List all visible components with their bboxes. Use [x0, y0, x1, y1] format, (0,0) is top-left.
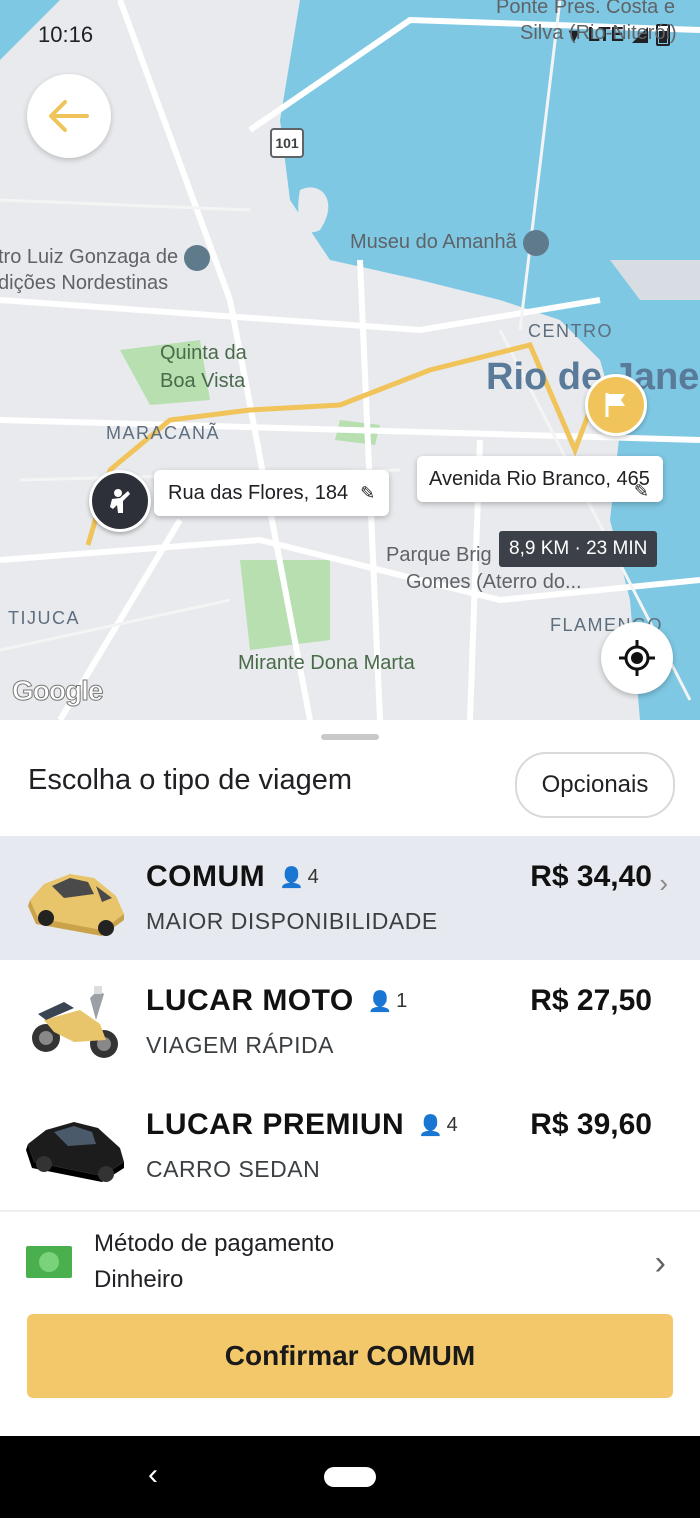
ride-option-comum[interactable]: COMUM 👤 4 MAIOR DISPONIBILIDADE R$ 34,40 …	[0, 836, 700, 960]
destination-address-bubble[interactable]: Avenida Rio Branco, 465 ✎	[417, 456, 663, 502]
chevron-right-icon: ›	[659, 868, 668, 898]
map-label-ponte-2: Silva (Rio-Niterói)	[520, 22, 677, 44]
origin-pin[interactable]	[89, 470, 151, 532]
ride-subtitle: MAIOR DISPONIBILIDADE	[146, 908, 438, 934]
sedan-car-icon	[28, 874, 124, 936]
edit-icon[interactable]: ✎	[360, 483, 375, 504]
eta-badge: 8,9 KM · 23 MIN	[499, 531, 658, 567]
options-button[interactable]: Opcionais	[515, 752, 675, 818]
arrow-left-icon	[49, 100, 89, 132]
map-label-quinta: Quinta da	[160, 342, 247, 364]
map-label-centro-luiz-2: dições Nordestinas	[0, 272, 169, 294]
system-nav-bar: ‹	[0, 1436, 700, 1518]
chevron-right-icon: ›	[654, 1244, 666, 1282]
route-shield: 101	[270, 128, 304, 158]
motorcycle-icon	[32, 986, 118, 1058]
edit-icon[interactable]: ✎	[634, 478, 649, 504]
black-sedan-icon	[26, 1122, 124, 1182]
sheet-title: Escolha o tipo de viagem	[28, 764, 353, 796]
seat-count: 👤 4	[279, 865, 320, 889]
origin-address: Rua das Flores, 184	[168, 481, 349, 504]
origin-address-bubble[interactable]: Rua das Flores, 184 ✎	[154, 470, 390, 516]
museum-icon	[522, 229, 549, 256]
person-icon: 👤	[279, 866, 305, 889]
payment-label: Método de pagamento	[94, 1230, 335, 1257]
map-label-tijuca: TIJUCA	[8, 608, 80, 628]
camera-icon	[184, 244, 211, 271]
my-location-button[interactable]	[601, 622, 673, 694]
confirm-button[interactable]: Confirmar COMUM	[27, 1314, 673, 1398]
ride-price: R$ 39,60	[530, 1108, 652, 1141]
ride-name: LUCAR MOTO 👤 1	[146, 984, 408, 1017]
person-waving-icon	[110, 489, 130, 513]
seat-count: 👤 1	[367, 989, 408, 1013]
destination-address: Avenida Rio Branco, 465	[429, 468, 650, 490]
map-view[interactable]: 10:16 ▾ LTE 101 Ponte Pres. Costa e Silv…	[0, 0, 700, 720]
ride-selection-sheet: Escolha o tipo de viagem Opcionais COMUM…	[0, 720, 700, 1436]
map-label-centro: CENTRO	[528, 321, 613, 341]
nav-back-icon[interactable]: ‹	[148, 1458, 158, 1492]
map-label-quinta-2: Boa Vista	[160, 370, 246, 392]
map-label-parque-2: Gomes (Aterro do...	[406, 571, 582, 593]
ride-name: LUCAR PREMIUN 👤 4	[146, 1108, 459, 1141]
drag-handle[interactable]	[321, 734, 379, 740]
ride-option-premium[interactable]: LUCAR PREMIUN 👤 4 CARRO SEDAN R$ 39,60	[0, 1084, 700, 1208]
destination-pin[interactable]	[585, 374, 647, 436]
ride-price: R$ 34,40	[530, 860, 652, 893]
crosshair-icon	[619, 640, 655, 676]
map-label-centro-luiz: tro Luiz Gonzaga de	[0, 244, 211, 271]
ride-name: COMUM 👤 4	[146, 860, 320, 893]
cash-icon	[26, 1246, 72, 1278]
ride-option-moto[interactable]: LUCAR MOTO 👤 1 VIAGEM RÁPIDA R$ 27,50	[0, 960, 700, 1084]
back-button[interactable]	[27, 74, 111, 158]
ride-price: R$ 27,50	[530, 984, 652, 1017]
nav-home-pill[interactable]	[324, 1467, 376, 1487]
divider	[0, 1210, 700, 1212]
map-label-mirante: Mirante Dona Marta	[238, 652, 415, 674]
ride-subtitle: VIAGEM RÁPIDA	[146, 1032, 334, 1058]
payment-method-row[interactable]: Método de pagamento Dinheiro ›	[0, 1218, 700, 1310]
map-label-maracana: MARACANÃ	[106, 423, 221, 443]
person-icon: 👤	[367, 990, 394, 1013]
seat-count: 👤 4	[418, 1113, 459, 1137]
person-icon: 👤	[418, 1114, 444, 1137]
map-label-museu: Museu do Amanhã	[350, 229, 549, 256]
ride-subtitle: CARRO SEDAN	[146, 1156, 321, 1182]
payment-value: Dinheiro	[94, 1266, 184, 1293]
status-time: 10:16	[38, 22, 94, 47]
google-logo: Google	[11, 675, 103, 707]
flag-icon	[605, 393, 625, 417]
map-label-parque: Parque Brig	[386, 544, 492, 566]
map-label-ponte: Ponte Pres. Costa e	[496, 0, 675, 18]
